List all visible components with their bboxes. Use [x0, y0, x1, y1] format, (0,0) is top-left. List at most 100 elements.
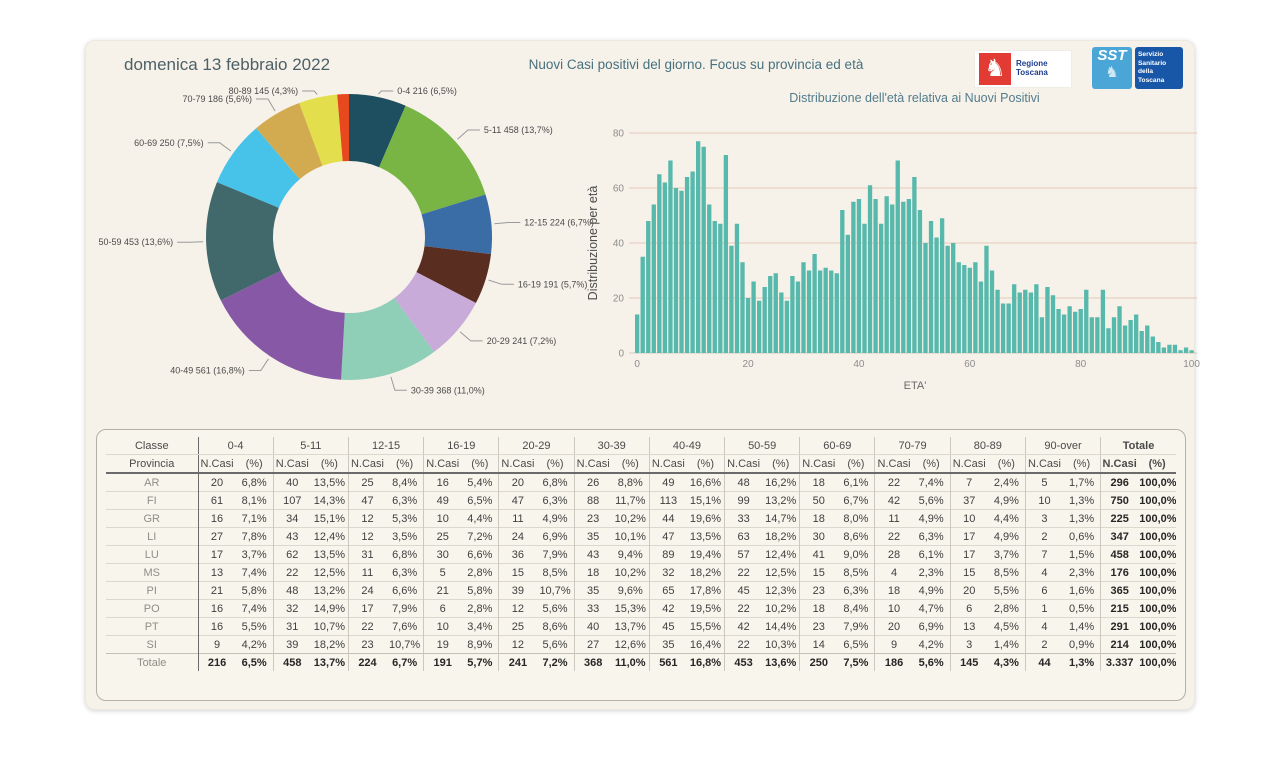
table-cell: 7,9%	[536, 545, 575, 564]
page: domenica 13 febbraio 2022 Nuovi Casi pos…	[0, 0, 1280, 758]
col-group-0-4: 0-4	[197, 437, 274, 455]
table-cell: 9	[874, 635, 913, 654]
histogram-bar	[795, 281, 801, 353]
histogram-bar	[779, 292, 784, 353]
histogram-bar	[978, 281, 984, 353]
table-cell: 13,7%	[310, 653, 349, 671]
table-cell: 458	[272, 653, 311, 671]
table-cell: 7,9%	[837, 617, 875, 636]
table-cell: 1,6%	[1063, 581, 1101, 600]
y-tick-label: 0	[618, 349, 624, 360]
histogram-title: Distribuzione dell'età relativa ai Nuovi…	[789, 91, 1040, 105]
table-row-Totale: Totale 216 6,5% 458 13,7% 224 6,7% 191 5,7% 241 7,…	[106, 653, 1176, 671]
table-cell: 24	[498, 527, 537, 546]
table-cell: 6,8%	[386, 545, 424, 564]
table-cell: 6,5%	[837, 635, 875, 654]
table-cell: 27	[197, 527, 236, 546]
donut-label: 16-19 191 (5,7%)	[518, 279, 588, 289]
x-tick-label: 20	[743, 359, 755, 370]
histogram-bar	[934, 237, 939, 353]
table-cell: 7,2%	[461, 527, 499, 546]
table-cell: 365	[1100, 581, 1139, 600]
histogram-bar	[1111, 317, 1117, 353]
table-cell: 2	[1024, 527, 1064, 546]
sub-header: N.Casi	[1024, 454, 1064, 474]
table-cell: 1,3%	[1063, 491, 1101, 510]
table-cell: 9	[197, 635, 236, 654]
table-cell: 15	[799, 563, 838, 582]
y-tick-label: 60	[613, 184, 625, 195]
table-cell: 3,7%	[987, 545, 1026, 564]
table-cell: 19	[423, 635, 462, 654]
table-cell: 18	[573, 563, 612, 582]
table-cell: 17,8%	[686, 581, 725, 600]
histogram-bar	[684, 177, 690, 353]
histogram-bar	[1117, 306, 1122, 353]
table-cell: 12	[347, 527, 387, 546]
histogram-bar	[651, 204, 656, 353]
table-cell: 12	[498, 635, 537, 654]
table-cell: 1	[1024, 599, 1064, 618]
table-cell: 5,8%	[461, 581, 499, 600]
table-cell: 561	[648, 653, 687, 671]
table-cell: 7,4%	[235, 563, 274, 582]
donut-label: 60-69 250 (7,5%)	[134, 138, 204, 148]
table-cell: 4,4%	[987, 509, 1026, 528]
table-cell: 61	[197, 491, 236, 510]
histogram-bar	[1023, 289, 1028, 353]
table-cell: 15,1%	[686, 491, 725, 510]
table-cell: 23	[573, 509, 612, 528]
histogram-bar	[873, 199, 878, 353]
table-cell: 10	[874, 599, 913, 618]
table-cell: 6,9%	[912, 617, 951, 636]
table-cell: 10,7%	[386, 635, 424, 654]
table-cell: 100,0%	[1138, 491, 1176, 510]
table-cell: 11,0%	[611, 653, 650, 671]
histogram-bar	[1150, 336, 1155, 353]
histogram-bar	[1056, 309, 1061, 353]
table-cell: 36	[498, 545, 537, 564]
table-cell: 22	[724, 635, 763, 654]
histogram-bar	[1050, 295, 1056, 353]
histogram-bar	[984, 245, 989, 353]
table-cell: 18	[874, 581, 913, 600]
histogram-bar	[812, 254, 817, 353]
table-cell: 750	[1100, 491, 1139, 510]
table-cell: 2,4%	[993, 476, 1019, 489]
sub-header: N.Casi	[874, 454, 913, 474]
table-cell: 17	[347, 599, 387, 618]
table-cell: 10	[949, 509, 988, 528]
table-cell: 100,0%	[1138, 617, 1176, 636]
table-cell: 3	[949, 635, 988, 654]
table-cell: 43	[573, 545, 612, 564]
table-cell: 224	[347, 653, 387, 671]
histogram-bar	[1000, 303, 1006, 353]
table-cell: 6,3%	[536, 491, 575, 510]
table-cell: 49	[423, 491, 462, 510]
histogram-bar	[1128, 320, 1133, 353]
histogram-bar	[840, 210, 845, 353]
table-cell: 14,4%	[762, 617, 800, 636]
table-cell: 13,6%	[762, 653, 800, 671]
col-group-20-29: 20-29	[498, 437, 575, 455]
histogram-bar	[635, 314, 640, 353]
histogram-bar	[662, 182, 668, 353]
table-cell: 0,6%	[1063, 527, 1101, 546]
histogram-bar	[1172, 344, 1178, 353]
table-cell: 99	[724, 491, 763, 510]
table-cell: 18	[799, 599, 838, 618]
table-cell: 49	[648, 473, 687, 492]
sub-header: N.Casi	[197, 454, 236, 474]
table-cell: 5,6%	[912, 653, 951, 671]
table-cell: 16,4%	[686, 635, 725, 654]
table-cell: 6,1%	[912, 545, 951, 564]
table-cell: 21	[197, 581, 236, 600]
table-cell: 100,0%	[1138, 599, 1176, 618]
table-cell: 16	[197, 617, 236, 636]
table-cell: 8,5%	[837, 563, 875, 582]
sub-header: (%)	[1063, 454, 1101, 474]
histogram-plot: 0 20 40 60 80 0 20 40 60 80 100 ETA' Distribuzione p…	[586, 129, 1200, 393]
table-cell: 22	[272, 563, 311, 582]
table-cell: 22	[724, 599, 763, 618]
histogram-bar	[928, 221, 934, 353]
